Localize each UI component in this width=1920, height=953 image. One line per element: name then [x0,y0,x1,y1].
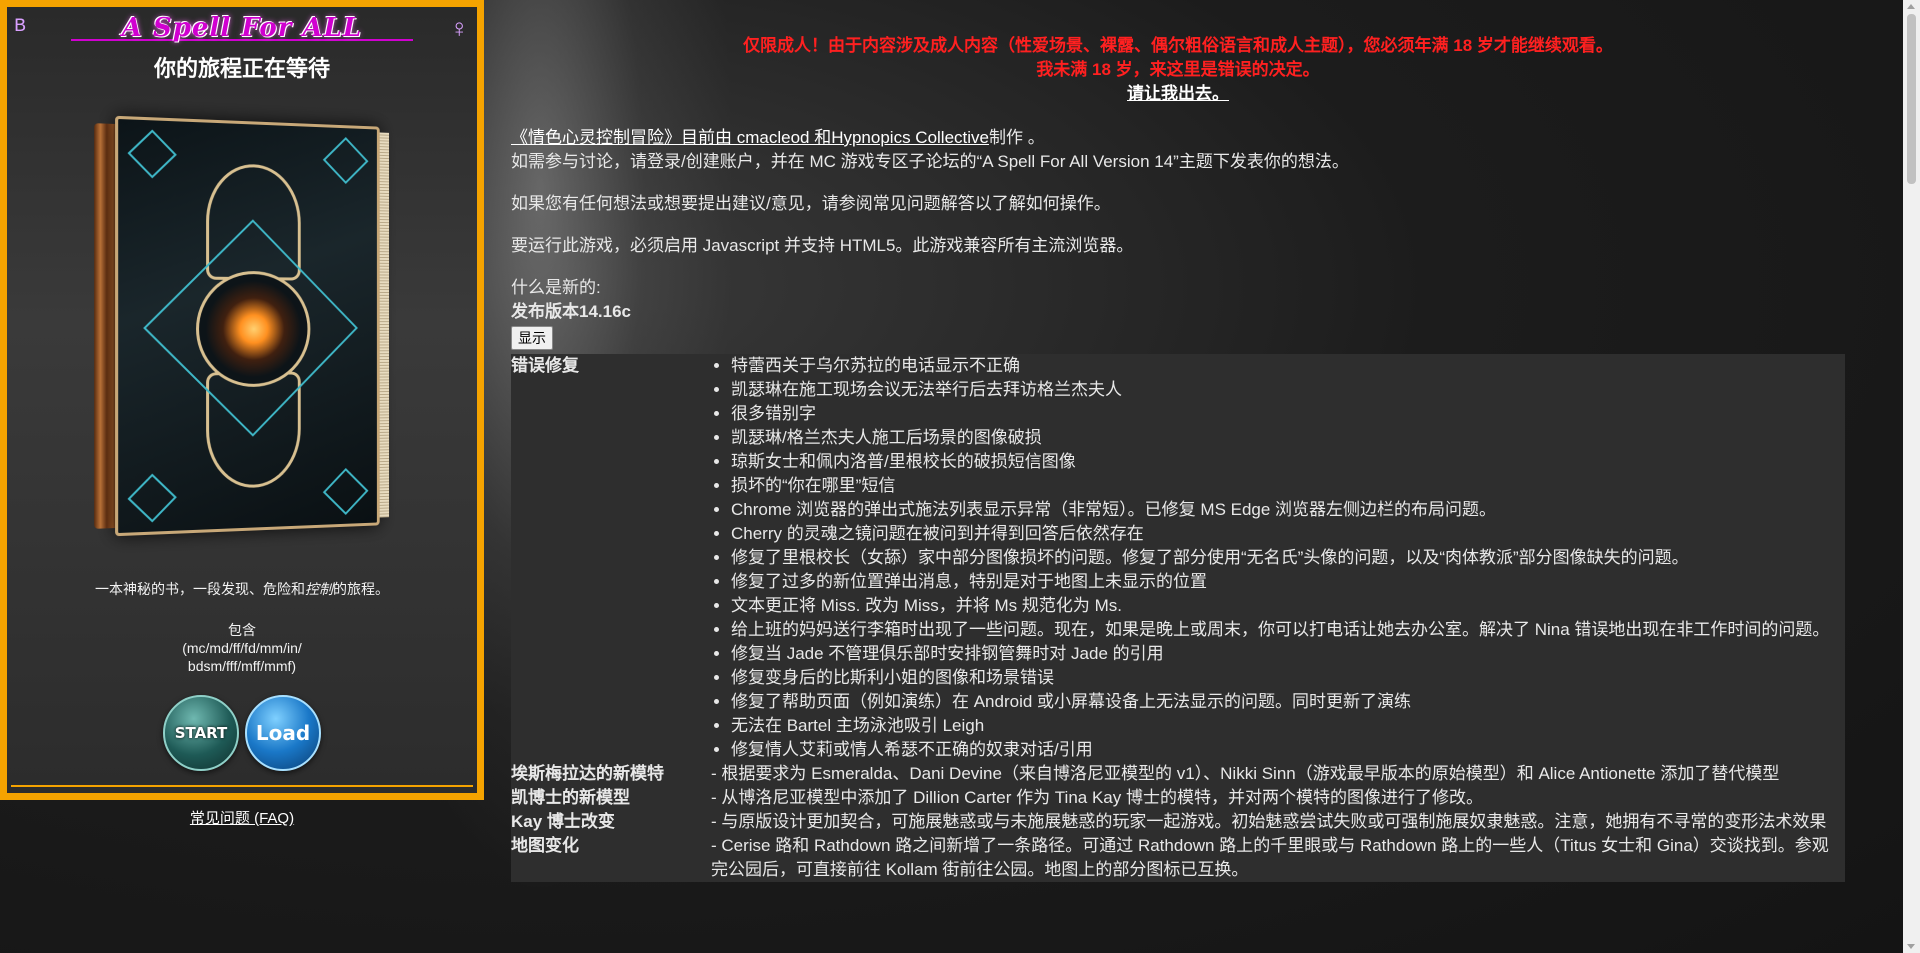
changelog-body: 特蕾西关于乌尔苏拉的电话显示不正确凯瑟琳在施工现场会议无法举行后去拜访格兰杰夫人… [711,354,1845,762]
corner-gem [322,467,369,516]
bugfix-item: 凯瑟琳/格兰杰夫人施工后场景的图像破损 [731,426,1841,450]
includes-tags-1: (mc/md/ff/fd/mm/in/ [182,640,302,656]
bugfix-item: 修复当 Jade 不管理俱乐部时安排钢管舞时对 Jade 的引用 [731,642,1841,666]
figure-icon: ♀ [449,13,470,43]
bugfix-item: Cherry 的灵魂之镜问题在被问到并得到回答后依然存在 [731,522,1841,546]
start-button[interactable]: START [163,695,239,771]
game-logo: A Spell For ALL [121,13,363,43]
includes-block: 包含 (mc/md/ff/fd/mm/in/ bdsm/fff/mff/mmf) [7,621,477,675]
warning-line-1: 仅限成人！由于内容涉及成人内容（性爱场景、裸露、偶尔粗俗语言和成人主题），您必须… [743,36,1613,55]
book-cover [115,115,380,537]
changelog-table: 错误修复 特蕾西关于乌尔苏拉的电话显示不正确凯瑟琳在施工现场会议无法举行后去拜访… [511,354,1845,882]
load-button[interactable]: Load [245,695,321,771]
includes-label: 包含 [228,622,256,638]
spellbook-image [94,115,390,537]
credit-suffix: 制作 。 [989,128,1045,147]
warning-line-2[interactable]: 我未满 18 岁，来这里是错误的决定。 [511,58,1845,82]
page: ᴮ A Spell For ALL ♀ 你的旅程正在等待 一本神秘的书，一段发现… [0,0,1920,953]
changelog-row: 埃斯梅拉达的新模特 - 根据要求为 Esmeralda、Dani Devine（来… [511,762,1845,786]
changelog-row: 地图变化 - Cerise 路和 Rathdown 路之间新增了一条路径。可通过 … [511,834,1845,882]
changelog-body: - 根据要求为 Esmeralda、Dani Devine（来自博洛尼亚模型的 … [711,764,1780,783]
faq-hint: 如果您有任何想法或想要提出建议/意见，请参阅常见问题解答以了解如何操作。 [511,194,1111,213]
corner-gem [127,473,177,523]
ornament-center [196,270,311,388]
left-panel: ᴮ A Spell For ALL ♀ 你的旅程正在等待 一本神秘的书，一段发现… [0,0,484,827]
bugfix-item: 文本更正将 Miss. 改为 Miss，并将 Ms 规范化为 Ms. [731,594,1841,618]
changelog-head: 埃斯梅拉达的新模特 [511,764,664,783]
changelog-head: Kay 博士改变 [511,812,615,831]
requirements-text: 要运行此游戏，必须启用 Javascript 并支持 HTML5。此游戏兼容所有… [511,236,1134,255]
adult-warning: 仅限成人！由于内容涉及成人内容（性爱场景、裸露、偶尔粗俗语言和成人主题），您必须… [511,0,1845,106]
bugfix-item: Chrome 浏览器的弹出式施法列表显示异常（非常短）。已修复 MS Edge … [731,498,1841,522]
bugfix-item: 修复情人艾莉或情人希瑟不正确的奴隶对话/引用 [731,738,1841,762]
exit-link[interactable]: 请让我出去。 [1127,84,1229,103]
bugfix-item: 修复了帮助页面（例如演练）在 Android 或小屏幕设备上无法显示的问题。同时… [731,690,1841,714]
wand-icon: ᴮ [15,13,26,43]
credit-link[interactable]: 《情色心灵控制冒险》目前由 cmacleod 和Hypnopics Collec… [511,128,989,147]
corner-gem [127,129,177,179]
bugfix-item: 琼斯女士和佩内洛普/里根校长的破损短信图像 [731,450,1841,474]
tagline-emphasis: 控制 [305,581,333,597]
scroll-thumb[interactable] [1907,14,1916,184]
changelog-row-bugfix: 错误修复 特蕾西关于乌尔苏拉的电话显示不正确凯瑟琳在施工现场会议无法举行后去拜访… [511,354,1845,762]
changelog-row: Kay 博士改变 - 与原版设计更加契合，可施展魅惑或与未施展魅惑的玩家一起游戏。… [511,810,1845,834]
bugfix-item: 凯瑟琳在施工现场会议无法举行后去拜访格兰杰夫人 [731,378,1841,402]
bugfix-item: 修复了里根校长（女舔）家中部分图像损坏的问题。修复了部分使用“无名氏”头像的问题… [731,546,1841,570]
faq-link[interactable]: 常见问题 (FAQ) [7,807,477,828]
bugfix-item: 特蕾西关于乌尔苏拉的电话显示不正确 [731,354,1841,378]
scroll-up-arrow-icon[interactable] [1907,4,1915,9]
tagline: 一本神秘的书，一段发现、危险和控制的旅程。 [7,579,477,599]
changelog-body: - 从博洛尼亚模型中添加了 Dillion Carter 作为 Tina Kay… [711,788,1483,807]
panel-divider [11,785,473,787]
changelog-head: 错误修复 [511,356,579,375]
show-button[interactable]: 显示 [511,326,553,350]
logo-bar: ᴮ A Spell For ALL ♀ [11,9,473,49]
changelog-head: 地图变化 [511,836,579,855]
scroll-down-arrow-icon[interactable] [1907,944,1915,949]
bugfix-item: 给上班的妈妈送行李箱时出现了一些问题。现在，如果是晚上或周末，你可以打电话让她去… [731,618,1841,642]
bugfix-item: 无法在 Bartel 主场泳池吸引 Leigh [731,714,1841,738]
changelog-body: - Cerise 路和 Rathdown 路之间新增了一条路径。可通过 Rath… [711,836,1829,879]
bugfix-item: 损坏的“你在哪里”短信 [731,474,1841,498]
whats-new-block: 什么是新的: 发布版本14.16c 显示 [511,276,1845,350]
book-pages [379,132,390,518]
bugfix-item: 修复变身后的比斯利小姐的图像和场景错误 [731,666,1841,690]
corner-gem [322,136,369,185]
whats-new-label: 什么是新的: [511,278,601,297]
credit-block: 《情色心灵控制冒险》目前由 cmacleod 和Hypnopics Collec… [511,126,1845,174]
release-version: 发布版本14.16c [511,302,631,321]
changelog-row: 凯博士的新模型 - 从博洛尼亚模型中添加了 Dillion Carter 作为 T… [511,786,1845,810]
changelog-body: - 与原版设计更加契合，可施展魅惑或与未施展魅惑的玩家一起游戏。初始魅惑尝试失败… [711,812,1827,831]
discussion-text: 如需参与讨论，请登录/创建账户，并在 MC 游戏专区子论坛的“A Spell F… [511,152,1349,171]
changelog-head: 凯博士的新模型 [511,788,630,807]
page-scrollbar[interactable] [1903,0,1920,953]
tagline-suffix: 的旅程。 [333,581,389,597]
tagline-prefix: 一本神秘的书，一段发现、危险和 [95,581,305,597]
start-load-row: START Load [7,695,477,771]
changelog-rows: 埃斯梅拉达的新模特 - 根据要求为 Esmeralda、Dani Devine（来… [511,762,1845,882]
journey-title: 你的旅程正在等待 [153,56,330,81]
bugfix-item: 很多错别字 [731,402,1841,426]
bugfix-item: 修复了过多的新位置弹出消息，特别是对于地图上未显示的位置 [731,570,1841,594]
main-content: 仅限成人！由于内容涉及成人内容（性爱场景、裸露、偶尔粗俗语言和成人主题），您必须… [511,0,1845,953]
bugfix-list: 特蕾西关于乌尔苏拉的电话显示不正确凯瑟琳在施工现场会议无法举行后去拜访格兰杰夫人… [711,354,1841,762]
includes-tags-2: bdsm/fff/mff/mmf) [187,658,297,674]
